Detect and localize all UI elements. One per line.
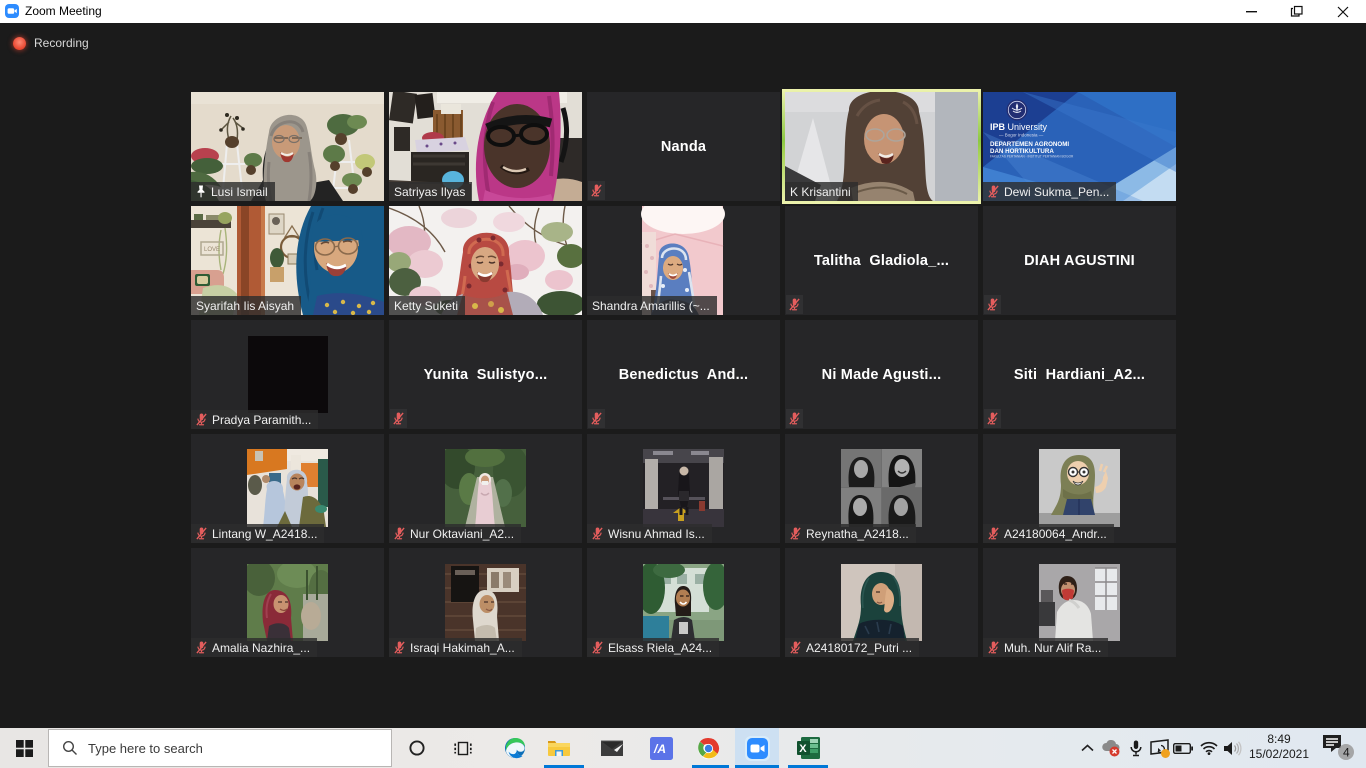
svg-text:FAKULTAS PERTANIAN - INSTITUT: FAKULTAS PERTANIAN - INSTITUT PERTANIAN … [990,155,1074,159]
svg-text:/A: /A [653,742,666,756]
svg-text:LOVE: LOVE [204,247,220,253]
svg-text:— Bogor Indonesia —: — Bogor Indonesia — [999,133,1044,138]
svg-text:IPB University: IPB University [990,122,1048,132]
svg-text:4: 4 [1343,746,1350,760]
svg-text:X: X [799,743,807,755]
svg-text:DEPARTEMEN AGRONOMI: DEPARTEMEN AGRONOMI [990,141,1069,148]
